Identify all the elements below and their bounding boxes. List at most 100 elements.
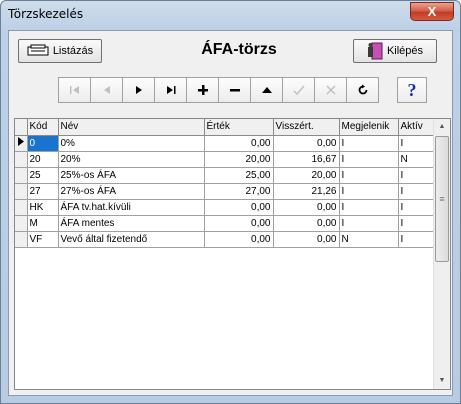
current-row-indicator-icon <box>15 135 28 152</box>
cell-megjelenik[interactable]: I <box>339 199 399 216</box>
close-icon: X <box>427 4 437 19</box>
help-question-icon: ? <box>407 79 417 100</box>
nav-cancel-button[interactable] <box>314 77 347 103</box>
cell-nev[interactable]: 25%-os ÁFA <box>58 167 205 184</box>
table-header-row: Kód Név Érték Visszért. Megjelenik Aktív <box>15 119 435 136</box>
afa-grid[interactable]: Kód Név Érték Visszért. Megjelenik Aktív… <box>14 118 451 390</box>
help-button[interactable]: ? <box>397 77 427 103</box>
cell-aktiv[interactable]: I <box>398 199 435 216</box>
checkmark-icon <box>292 85 305 95</box>
cell-aktiv[interactable]: I <box>398 135 435 152</box>
cell-megjelenik[interactable]: I <box>339 215 399 232</box>
cell-ertek[interactable]: 0,00 <box>204 199 274 216</box>
title-bar[interactable]: Törzskezelés X <box>1 1 460 29</box>
cell-kod[interactable]: HK <box>27 199 59 216</box>
nav-edit-button[interactable] <box>250 77 283 103</box>
cell-kod[interactable]: 0 <box>27 135 59 152</box>
nav-insert-button[interactable] <box>186 77 219 103</box>
cell-nev[interactable]: ÁFA tv.hat.kívüli <box>58 199 205 216</box>
edit-up-icon <box>261 87 272 93</box>
row-indicator <box>15 231 28 248</box>
cell-visszert[interactable]: 16,67 <box>273 151 340 168</box>
scroll-down-icon[interactable]: ▼ <box>434 373 450 389</box>
prior-record-icon <box>103 86 110 94</box>
nav-first-button[interactable] <box>58 77 91 103</box>
cell-visszert[interactable]: 0,00 <box>273 199 340 216</box>
listazas-button[interactable]: Listázás <box>18 39 102 63</box>
plus-icon <box>197 85 208 95</box>
cell-kod[interactable]: VF <box>27 231 59 248</box>
cell-visszert[interactable]: 21,26 <box>273 183 340 200</box>
cell-kod[interactable]: M <box>27 215 59 232</box>
cell-visszert[interactable]: 0,00 <box>273 215 340 232</box>
table-row[interactable]: HK ÁFA tv.hat.kívüli 0,00 0,00 I I <box>15 199 435 216</box>
col-header-megjelenik[interactable]: Megjelenik <box>339 119 399 136</box>
col-header-nev[interactable]: Név <box>58 119 205 136</box>
nav-last-button[interactable] <box>154 77 187 103</box>
afa-table: Kód Név Érték Visszért. Megjelenik Aktív… <box>15 119 435 248</box>
table-row[interactable]: M ÁFA mentes 0,00 0,00 I I <box>15 215 435 232</box>
cell-megjelenik[interactable]: I <box>339 135 399 152</box>
cell-aktiv[interactable]: N <box>398 151 435 168</box>
client-area: Listázás ÁFA-törzs Kilépés ? Kód Név Ért… <box>8 30 453 396</box>
nav-prior-button[interactable] <box>90 77 123 103</box>
cell-aktiv[interactable]: I <box>398 215 435 232</box>
navigator-toolbar <box>58 77 379 103</box>
vertical-scrollbar[interactable]: ▲ ≡ ▼ <box>433 119 450 389</box>
cell-ertek[interactable]: 20,00 <box>204 151 274 168</box>
nav-delete-button[interactable] <box>218 77 251 103</box>
cell-nev[interactable]: 20% <box>58 151 205 168</box>
scroll-thumb[interactable]: ≡ <box>435 136 449 262</box>
cell-aktiv[interactable]: I <box>398 183 435 200</box>
cell-ertek[interactable]: 0,00 <box>204 135 274 152</box>
nav-next-button[interactable] <box>122 77 155 103</box>
grip-icon: ≡ <box>439 194 445 204</box>
cell-visszert[interactable]: 0,00 <box>273 231 340 248</box>
col-header-ertek[interactable]: Érték <box>204 119 274 136</box>
last-record-icon <box>166 86 175 94</box>
cell-megjelenik[interactable]: I <box>339 167 399 184</box>
cell-ertek[interactable]: 0,00 <box>204 215 274 232</box>
table-row[interactable]: 0 0% 0,00 0,00 I I <box>15 135 435 152</box>
cell-kod[interactable]: 27 <box>27 183 59 200</box>
cancel-x-icon <box>325 85 336 95</box>
col-header-kod[interactable]: Kód <box>27 119 59 136</box>
window-title: Törzskezelés <box>8 7 84 21</box>
table-row[interactable]: 20 20% 20,00 16,67 I N <box>15 151 435 168</box>
kilepes-button[interactable]: Kilépés <box>353 39 437 63</box>
col-header-aktiv[interactable]: Aktív <box>398 119 435 136</box>
row-indicator <box>15 151 28 168</box>
row-indicator <box>15 199 28 216</box>
table-row[interactable]: 27 27%-os ÁFA 27,00 21,26 I I <box>15 183 435 200</box>
listazas-label: Listázás <box>52 45 94 57</box>
cell-aktiv[interactable]: I <box>398 231 435 248</box>
nav-post-button[interactable] <box>282 77 315 103</box>
cell-aktiv[interactable]: I <box>398 167 435 184</box>
kilepes-label: Kilépés <box>386 45 424 57</box>
close-button[interactable]: X <box>410 2 454 21</box>
cell-megjelenik[interactable]: I <box>339 151 399 168</box>
cell-nev[interactable]: 27%-os ÁFA <box>58 183 205 200</box>
cell-ertek[interactable]: 0,00 <box>204 231 274 248</box>
cell-ertek[interactable]: 27,00 <box>204 183 274 200</box>
cell-megjelenik[interactable]: I <box>339 183 399 200</box>
cell-nev[interactable]: Vevő által fizetendő <box>58 231 205 248</box>
cell-visszert[interactable]: 0,00 <box>273 135 340 152</box>
cell-visszert[interactable]: 20,00 <box>273 167 340 184</box>
cell-nev[interactable]: 0% <box>58 135 205 152</box>
exit-door-icon <box>367 42 383 60</box>
cell-ertek[interactable]: 25,00 <box>204 167 274 184</box>
indicator-header <box>15 119 28 136</box>
page-title: ÁFA-törzs <box>201 41 277 58</box>
cell-kod[interactable]: 20 <box>27 151 59 168</box>
cell-kod[interactable]: 25 <box>27 167 59 184</box>
cell-megjelenik[interactable]: N <box>339 231 399 248</box>
row-indicator <box>15 215 28 232</box>
cell-nev[interactable]: ÁFA mentes <box>58 215 205 232</box>
scroll-up-icon[interactable]: ▲ <box>434 119 450 135</box>
table-row[interactable]: VF Vevő által fizetendő 0,00 0,00 N I <box>15 231 435 248</box>
col-header-visszert[interactable]: Visszért. <box>273 119 340 136</box>
table-row[interactable]: 25 25%-os ÁFA 25,00 20,00 I I <box>15 167 435 184</box>
next-record-icon <box>135 86 142 94</box>
nav-refresh-button[interactable] <box>346 77 379 103</box>
